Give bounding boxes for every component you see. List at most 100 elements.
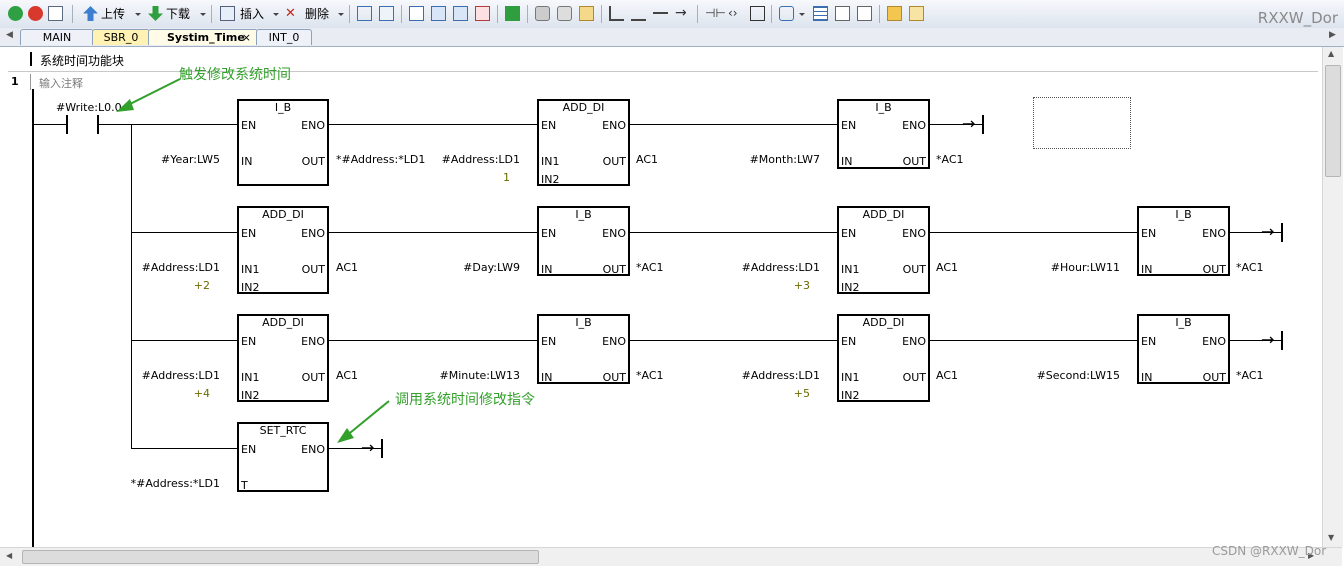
- ib-block-day[interactable]: I_B EN ENO IN OUT: [537, 206, 630, 276]
- tab-systim-time[interactable]: Systim_Time ×: [148, 29, 258, 45]
- close-icon[interactable]: ×: [242, 30, 251, 46]
- operand-in2[interactable]: 1: [503, 171, 510, 184]
- operand-out[interactable]: *AC1: [636, 369, 664, 382]
- add-di-block-2[interactable]: ADD_DI EN ENO IN1 OUT IN2: [237, 206, 329, 294]
- operand-out[interactable]: *#Address:*LD1: [336, 153, 425, 166]
- insert-icon: [220, 6, 235, 21]
- scrollbar-thumb[interactable]: [1325, 65, 1341, 177]
- scroll-left-icon[interactable]: ◀: [6, 551, 12, 560]
- delete-button[interactable]: 删除: [305, 5, 329, 23]
- contact-icon[interactable]: ⊣⊢: [705, 6, 726, 21]
- chevron-down-icon[interactable]: [200, 13, 206, 16]
- operand-in1[interactable]: #Address:LD1: [142, 261, 220, 274]
- insert-button[interactable]: 插入: [240, 5, 264, 23]
- box-icon[interactable]: [750, 6, 765, 21]
- operand-in2[interactable]: +3: [794, 279, 810, 292]
- toolbar-separator: [401, 5, 402, 23]
- pin-in2: IN2: [541, 173, 560, 186]
- operand-in[interactable]: #Day:LW9: [463, 261, 520, 274]
- network-comment[interactable]: 输入注释: [39, 75, 83, 91]
- operand-out[interactable]: *AC1: [1236, 261, 1264, 274]
- stop-icon[interactable]: [28, 6, 43, 21]
- operand-out[interactable]: AC1: [336, 261, 358, 274]
- edit-icon[interactable]: [835, 6, 850, 21]
- operand-in1[interactable]: #Address:LD1: [442, 153, 520, 166]
- chevron-down-icon[interactable]: [273, 13, 279, 16]
- chevron-down-icon[interactable]: [799, 13, 805, 16]
- operand-out[interactable]: *AC1: [1236, 369, 1264, 382]
- scrollbar-thumb[interactable]: [22, 550, 539, 564]
- download-button[interactable]: 下载: [166, 5, 190, 23]
- add-di-block-3[interactable]: ADD_DI EN ENO IN1 OUT IN2: [837, 206, 930, 294]
- lock-icon[interactable]: [535, 6, 550, 21]
- operand-in2[interactable]: +4: [194, 387, 210, 400]
- line-right-icon[interactable]: →: [675, 6, 690, 21]
- comment-icon[interactable]: [857, 6, 872, 21]
- properties-icon[interactable]: [909, 6, 924, 21]
- coil-icon[interactable]: ‹›: [728, 6, 743, 21]
- operand-in1[interactable]: #Address:LD1: [742, 261, 820, 274]
- scroll-left-icon[interactable]: ◀: [6, 30, 13, 40]
- tab-int-0[interactable]: INT_0: [256, 29, 312, 45]
- selection-cursor[interactable]: [1033, 97, 1131, 149]
- vertical-scrollbar[interactable]: ▲ ▼: [1322, 47, 1343, 547]
- ladder-editor[interactable]: 系统时间功能块 1 输入注释 #Write:L0.0 I_B EN ENO IN…: [0, 47, 1322, 547]
- line-left-icon[interactable]: [653, 12, 668, 27]
- block-title[interactable]: 系统时间功能块: [40, 52, 124, 69]
- operand-in[interactable]: #Hour:LW11: [1051, 261, 1120, 274]
- bookmark-clear-icon[interactable]: [475, 6, 490, 21]
- tab-sbr-0[interactable]: SBR_0: [92, 29, 150, 45]
- operand-out[interactable]: *AC1: [636, 261, 664, 274]
- operand-in2[interactable]: +5: [794, 387, 810, 400]
- ib-block-year[interactable]: I_B EN ENO IN OUT: [237, 99, 329, 186]
- run-icon[interactable]: [8, 6, 23, 21]
- bookmark-next-icon[interactable]: [453, 6, 468, 21]
- line-up-icon[interactable]: [631, 6, 646, 21]
- operand-in[interactable]: #Second:LW15: [1037, 369, 1120, 382]
- pin-out: OUT: [301, 371, 325, 384]
- ib-block-minute[interactable]: I_B EN ENO IN OUT: [537, 314, 630, 384]
- ib-block-hour[interactable]: I_B EN ENO IN OUT: [1137, 206, 1230, 276]
- symbol-icon[interactable]: [779, 6, 794, 21]
- operand-out[interactable]: AC1: [936, 261, 958, 274]
- ib-block-month[interactable]: I_B EN ENO IN OUT: [837, 99, 930, 169]
- compile-icon[interactable]: [48, 6, 63, 21]
- upload-button[interactable]: 上传: [101, 5, 125, 23]
- upload-icon: [83, 6, 98, 21]
- table-icon[interactable]: [813, 6, 828, 21]
- operand-out[interactable]: AC1: [936, 369, 958, 382]
- chevron-down-icon[interactable]: [338, 13, 344, 16]
- operand-in[interactable]: #Month:LW7: [750, 153, 820, 166]
- ib-block-second[interactable]: I_B EN ENO IN OUT: [1137, 314, 1230, 384]
- view-icon[interactable]: [379, 6, 394, 21]
- page-icon[interactable]: [409, 6, 424, 21]
- operand-in[interactable]: #Year:LW5: [161, 153, 220, 166]
- add-di-block-5[interactable]: ADD_DI EN ENO IN1 OUT IN2: [837, 314, 930, 402]
- goto-icon[interactable]: [505, 6, 520, 21]
- scroll-up-icon[interactable]: ▲: [1328, 49, 1334, 58]
- pin-out: OUT: [301, 155, 325, 168]
- scroll-down-icon[interactable]: ▼: [1328, 533, 1334, 542]
- operand-t[interactable]: *#Address:*LD1: [131, 477, 220, 490]
- add-di-block-1[interactable]: ADD_DI EN ENO IN1 OUT IN2: [537, 99, 630, 186]
- line-down-icon[interactable]: [609, 6, 624, 21]
- operand-in1[interactable]: #Address:LD1: [142, 369, 220, 382]
- variable-icon[interactable]: [579, 6, 594, 21]
- chevron-down-icon[interactable]: [135, 13, 141, 16]
- add-di-block-4[interactable]: ADD_DI EN ENO IN1 OUT IN2: [237, 314, 329, 402]
- tab-main[interactable]: MAIN: [20, 29, 94, 45]
- operand-out[interactable]: AC1: [336, 369, 358, 382]
- operand-in1[interactable]: #Address:LD1: [742, 369, 820, 382]
- set-rtc-block[interactable]: SET_RTC EN ENO T: [237, 422, 329, 492]
- key-icon[interactable]: [887, 6, 902, 21]
- bookmark-prev-icon[interactable]: [431, 6, 446, 21]
- operand-out[interactable]: AC1: [636, 153, 658, 166]
- operand-out[interactable]: *AC1: [936, 153, 964, 166]
- contact-bar-left[interactable]: [66, 115, 68, 134]
- scroll-right-icon[interactable]: ▶: [1329, 30, 1336, 40]
- operand-in[interactable]: #Minute:LW13: [440, 369, 521, 382]
- operand-in2[interactable]: +2: [194, 279, 210, 292]
- horizontal-scrollbar[interactable]: ◀ ▶: [0, 547, 1342, 566]
- unlock-icon[interactable]: [557, 6, 572, 21]
- network-icon[interactable]: [357, 6, 372, 21]
